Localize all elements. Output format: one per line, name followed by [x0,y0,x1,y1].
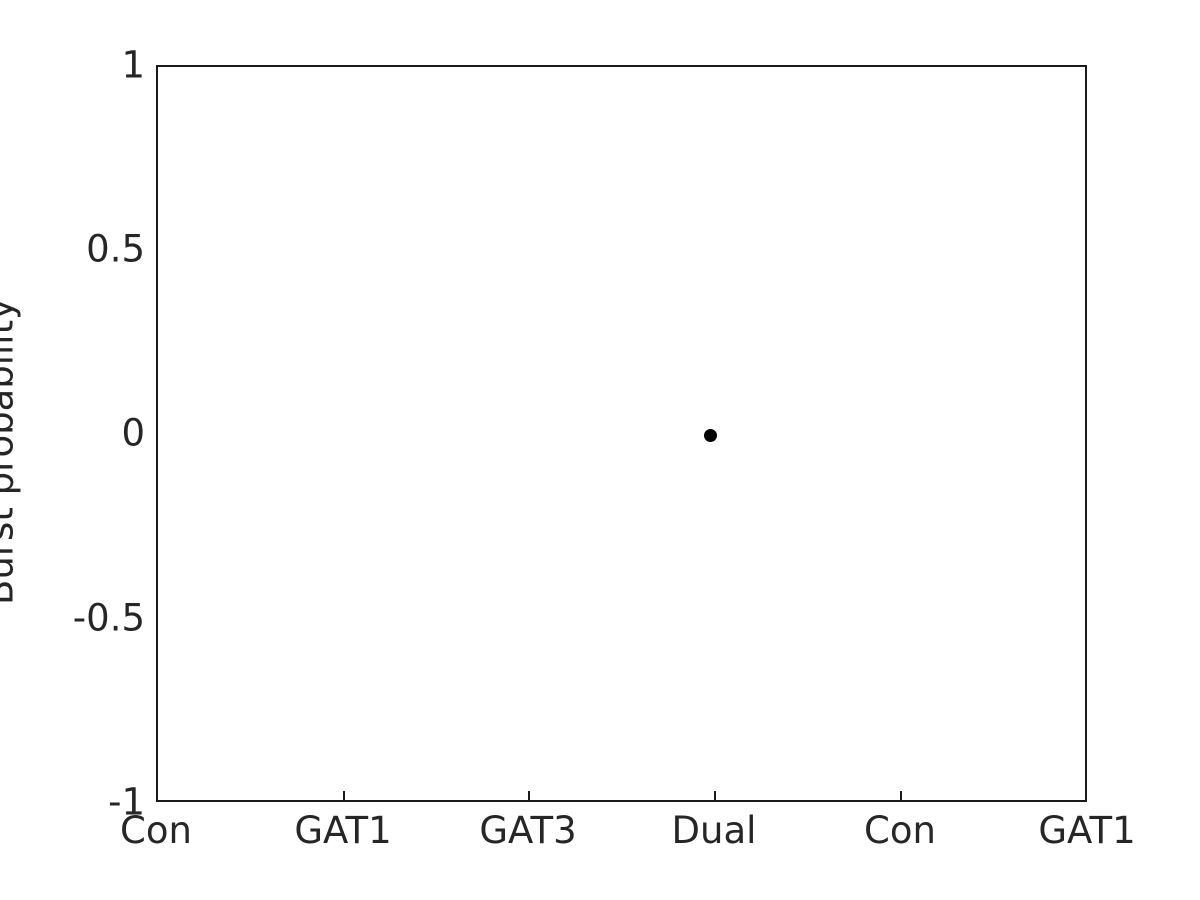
figure-canvas: Burst probability 1 0.5 0 -0.5 -1 Con GA… [0,0,1200,900]
plot-axes-frame [156,65,1087,802]
x-tick-label-gat1-a: GAT1 [294,809,392,852]
x-tick-mark-dual [714,791,716,802]
x-tick-label-con-b: Con [864,809,936,852]
y-axis-title: Burst probability [0,297,22,606]
x-tick-mark-gat3 [528,791,530,802]
y-tick-label-0point5: 0.5 [86,227,145,271]
y-tick-label-0: 0 [121,411,145,455]
x-tick-mark-gat1-a [343,791,345,802]
x-tick-label-gat3: GAT3 [479,809,577,852]
x-tick-mark-con-b [900,791,902,802]
y-tick-label-1: 1 [121,43,145,87]
x-tick-label-dual: Dual [671,809,757,852]
y-tick-label-minus0point5: -0.5 [72,596,145,640]
x-tick-label-gat1-b: GAT1 [1038,809,1136,852]
data-point-marker [703,428,717,442]
x-tick-label-con-a: Con [120,809,192,852]
